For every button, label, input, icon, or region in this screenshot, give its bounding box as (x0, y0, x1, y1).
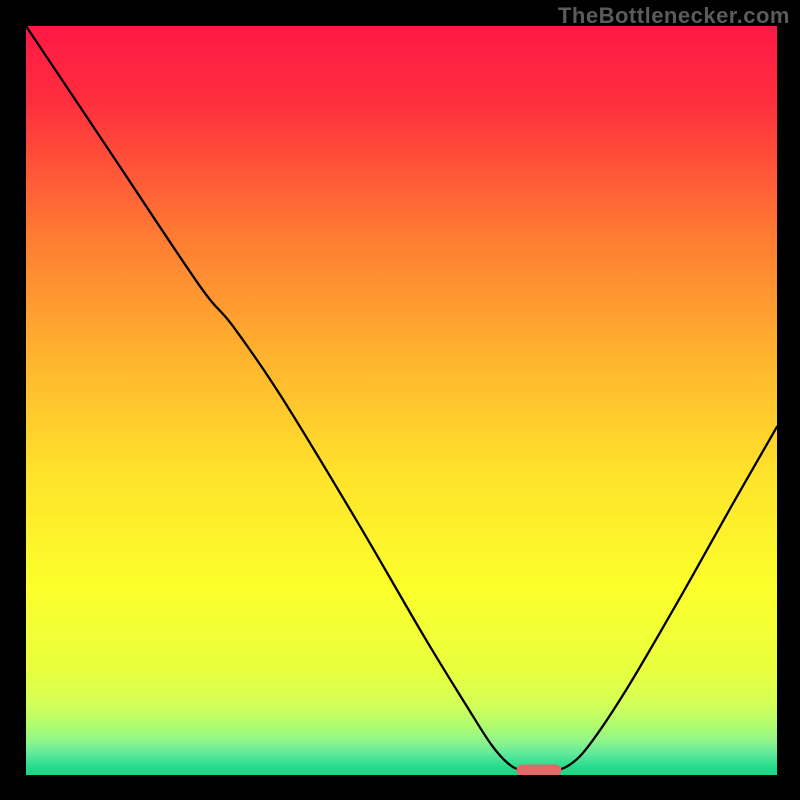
optimal-marker-pill (516, 765, 561, 775)
watermark-text: TheBottlenecker.com (558, 3, 790, 29)
chart-stage: TheBottlenecker.com (0, 0, 800, 800)
gradient-plot-background (26, 26, 777, 775)
bottleneck-curve-chart (26, 26, 777, 775)
